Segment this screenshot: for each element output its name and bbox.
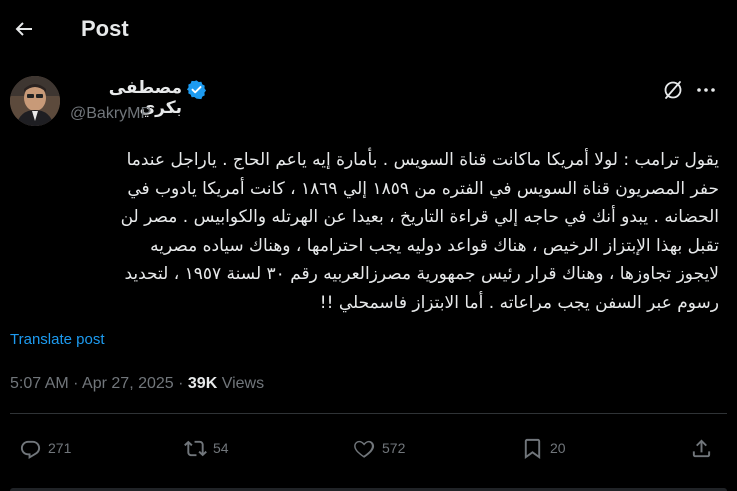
reply-count: 271 <box>48 440 72 456</box>
bookmark-count: 20 <box>550 440 566 456</box>
like-count: 572 <box>382 440 406 456</box>
repost-count: 54 <box>213 440 229 456</box>
tweet-line: حفر المصريون قناة السويس في الفتره من ١٨… <box>127 178 719 199</box>
tweet-date[interactable]: Apr 27, 2025 <box>82 375 174 392</box>
bookmark-button[interactable]: 20 <box>521 433 566 463</box>
tweet-time[interactable]: 5:07 AM <box>10 375 69 392</box>
repost-icon <box>184 437 207 460</box>
repost-button[interactable]: 54 <box>184 433 229 463</box>
bookmark-icon <box>521 437 544 460</box>
author-handle[interactable]: @BakryMP <box>70 105 151 123</box>
tweet-line: لايجوز تجاوزها ، وهناك قرار رئيس جمهورية… <box>124 264 719 285</box>
tweet-line: رسوم عبر السفن يجب مراعاته . أما الابتزا… <box>319 292 719 313</box>
reply-icon <box>19 437 42 460</box>
views-count: 39K <box>187 375 218 392</box>
views-label: Views <box>221 375 265 392</box>
page-title: Post <box>81 16 129 41</box>
translate-post-link[interactable]: Translate post <box>10 331 105 348</box>
heart-icon <box>353 437 376 460</box>
reply-button[interactable]: 271 <box>19 433 71 463</box>
share-icon <box>690 437 713 460</box>
meta-separator: · <box>73 375 79 392</box>
top-bar: Post <box>0 0 737 58</box>
more-options-icon[interactable] <box>695 79 717 101</box>
share-button[interactable] <box>690 433 713 463</box>
tweet-line: الحضانه . يبدو أنك في حاجه إلي قراءة الت… <box>120 207 719 228</box>
meta-separator: · <box>178 375 184 392</box>
tweet-text: يقول ترامب : لولا أمريكا ماكانت قناة الس… <box>10 146 719 318</box>
tweet-line: تقبل بهذا الإبتزاز الرخيص ، هناك قواعد د… <box>150 235 719 256</box>
divider <box>10 413 727 414</box>
like-button[interactable]: 572 <box>353 433 405 463</box>
grok-icon[interactable] <box>662 79 684 101</box>
tweet-meta: 5:07 AM · Apr 27, 2025 · 39K Views <box>10 375 264 393</box>
tweet-line: يقول ترامب : لولا أمريكا ماكانت قناة الس… <box>126 150 719 170</box>
verified-badge-icon[interactable] <box>186 79 207 100</box>
avatar[interactable] <box>10 76 60 126</box>
back-arrow-icon[interactable] <box>12 17 36 41</box>
